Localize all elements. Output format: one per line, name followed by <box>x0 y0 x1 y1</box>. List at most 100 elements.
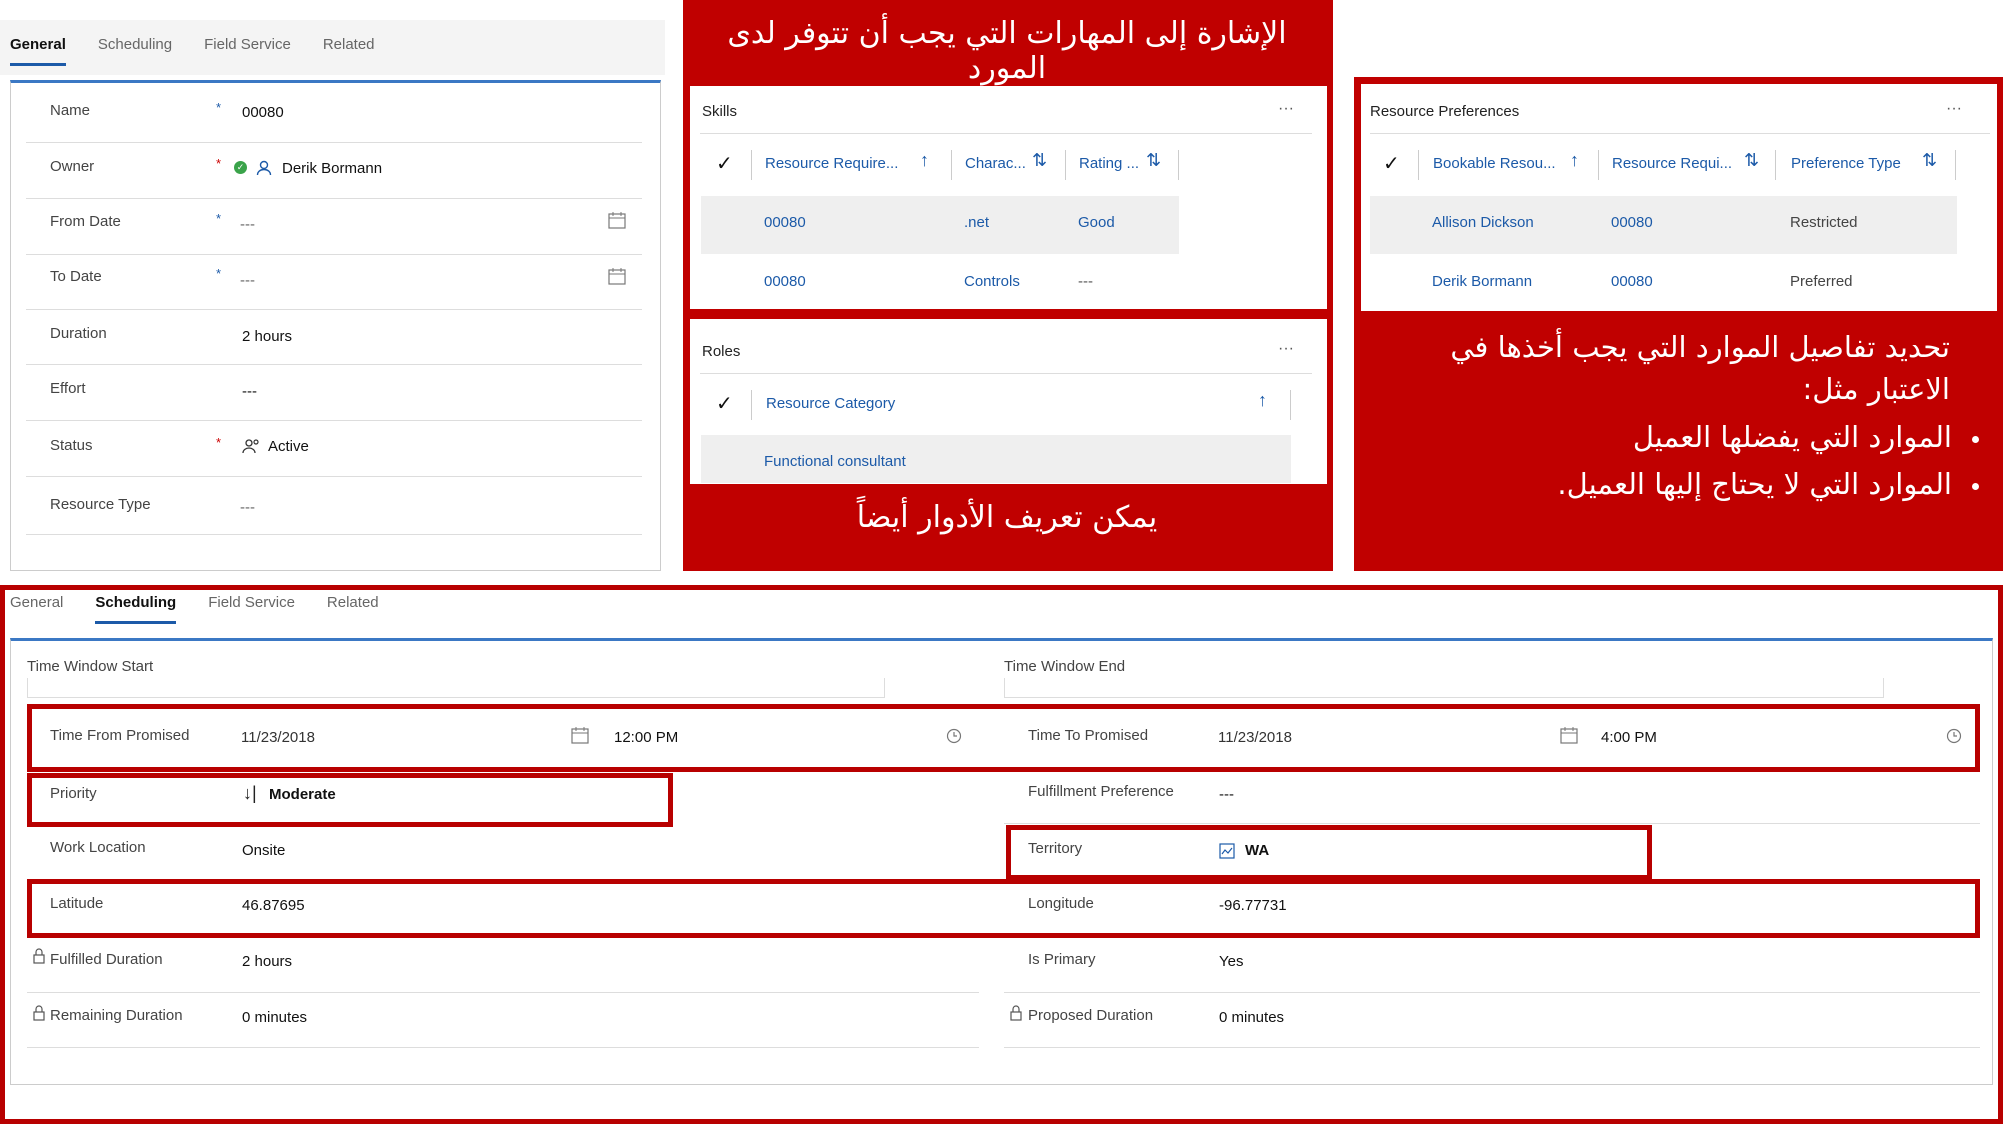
prefs-annotation-line1: تحديد تفاصيل الموارد التي يجب أخذها في <box>1450 330 1950 364</box>
priority-link[interactable]: Moderate <box>269 786 336 803</box>
role-category-link[interactable]: Functional consultant <box>764 453 906 470</box>
proposed-duration-label: Proposed Duration <box>1028 1007 1154 1024</box>
user-icon <box>256 160 272 176</box>
column-header-resource-category[interactable]: Resource Category <box>766 395 895 412</box>
time-window-start-input[interactable] <box>27 678 885 698</box>
skill-requirement-link[interactable]: 00080 <box>764 273 806 290</box>
fulfilled-duration-label: Fulfilled Duration <box>50 951 163 968</box>
sort-icon[interactable]: ⇅ <box>1744 150 1759 171</box>
prefs-title: Resource Preferences <box>1370 103 1520 120</box>
territory-link[interactable]: WA <box>1245 842 1269 859</box>
territory-map-icon <box>1219 843 1235 859</box>
calendar-icon[interactable] <box>608 268 626 285</box>
resource-requirement-link[interactable]: 00080 <box>1611 214 1653 231</box>
sort-ascending-icon[interactable]: ↑ <box>920 150 929 171</box>
proposed-duration-value: 0 minutes <box>1219 1009 1285 1026</box>
to-date-input[interactable]: --- <box>240 272 255 289</box>
column-separator <box>751 390 752 420</box>
column-header-rating[interactable]: Rating ... <box>1079 155 1139 172</box>
skill-requirement-link[interactable]: 00080 <box>764 214 806 231</box>
is-primary-value[interactable]: Yes <box>1219 953 1243 970</box>
bullet-dot <box>1972 436 1979 443</box>
skill-characteristic-link[interactable]: Controls <box>964 273 1020 290</box>
from-date-input[interactable]: --- <box>240 216 255 233</box>
select-all-check-icon[interactable]: ✓ <box>716 151 733 176</box>
select-all-check-icon[interactable]: ✓ <box>1383 151 1400 176</box>
territory-label: Territory <box>1028 840 1083 857</box>
sort-icon[interactable]: ⇅ <box>1146 150 1161 171</box>
tab-scheduling[interactable]: Scheduling <box>98 36 172 66</box>
required-marker: * <box>216 100 222 115</box>
field-row-fulfilled-duration <box>27 938 979 993</box>
priority-label: Priority <box>50 785 97 802</box>
bookable-resource-link[interactable]: Derik Bormann <box>1432 273 1532 290</box>
resource-type-input[interactable]: --- <box>240 499 255 516</box>
calendar-icon[interactable] <box>571 727 589 744</box>
calendar-icon[interactable] <box>1560 727 1578 744</box>
bullet-dot <box>1972 483 1979 490</box>
effort-input[interactable]: --- <box>242 383 257 400</box>
field-label: Resource Type <box>50 496 151 513</box>
skill-rating-link[interactable]: Good <box>1078 214 1115 231</box>
sort-icon[interactable]: ⇅ <box>1032 150 1047 171</box>
field-label: From Date <box>50 213 121 230</box>
sort-ascending-icon[interactable]: ↑ <box>1570 150 1579 171</box>
tab-scheduling[interactable]: Scheduling <box>95 594 177 624</box>
resource-requirement-link[interactable]: 00080 <box>1611 273 1653 290</box>
more-options-icon[interactable]: ··· <box>1278 340 1294 358</box>
time-from-promised-date[interactable]: 11/23/2018 <box>241 729 315 746</box>
work-location-input[interactable]: Onsite <box>242 842 285 859</box>
owner-link[interactable]: Derik Bormann <box>282 160 382 177</box>
status-people-icon <box>242 439 259 454</box>
is-primary-label: Is Primary <box>1028 951 1096 968</box>
column-header-bookable-resource[interactable]: Bookable Resou... <box>1433 155 1556 172</box>
latitude-input[interactable]: 46.87695 <box>242 897 305 914</box>
longitude-input[interactable]: -96.77731 <box>1219 897 1287 914</box>
territory-highlight <box>1006 825 1652 880</box>
sort-ascending-icon[interactable]: ↑ <box>1258 390 1267 411</box>
column-separator <box>1598 150 1599 180</box>
column-header-resource-requirement[interactable]: Resource Require... <box>765 155 898 172</box>
time-window-end-input[interactable] <box>1004 678 1884 698</box>
tab-related[interactable]: Related <box>327 594 379 624</box>
prefs-bullet-1: الموارد التي يفضلها العميل <box>1632 420 1952 454</box>
field-label: Owner <box>50 158 95 175</box>
tab-field-service[interactable]: Field Service <box>208 594 295 624</box>
name-input[interactable]: 00080 <box>242 104 284 121</box>
sort-icon[interactable]: ⇅ <box>1922 150 1937 171</box>
column-separator <box>751 150 752 180</box>
field-row-work-location <box>27 827 979 882</box>
skills-annotation-text: الإشارة إلى المهارات التي يجب أن تتوفر ل… <box>727 16 1287 86</box>
work-location-label: Work Location <box>50 839 146 856</box>
field-label: Effort <box>50 380 86 397</box>
fulfillment-preference-input[interactable]: --- <box>1219 786 1234 803</box>
duration-input[interactable]: 2 hours <box>242 328 292 345</box>
time-from-promised-time[interactable]: 12:00 PM <box>614 729 678 746</box>
select-all-check-icon[interactable]: ✓ <box>716 391 733 416</box>
column-header-resource-requirement[interactable]: Resource Requi... <box>1612 155 1732 172</box>
column-header-preference-type[interactable]: Preference Type <box>1791 155 1901 172</box>
scheduling-tabs: General Scheduling Field Service Related <box>10 594 379 624</box>
tab-general[interactable]: General <box>10 36 66 66</box>
more-options-icon[interactable]: ··· <box>1278 100 1294 118</box>
field-row-duration <box>26 310 642 365</box>
lock-icon <box>33 1005 45 1021</box>
lock-icon <box>1010 1005 1022 1021</box>
clock-icon[interactable] <box>946 728 962 744</box>
tab-related[interactable]: Related <box>323 36 375 66</box>
priority-highlight <box>27 773 673 827</box>
calendar-icon[interactable] <box>608 212 626 229</box>
column-header-characteristic[interactable]: Charac... <box>965 155 1026 172</box>
roles-title: Roles <box>702 343 741 360</box>
skills-title: Skills <box>702 103 738 120</box>
time-to-promised-time[interactable]: 4:00 PM <box>1601 729 1657 746</box>
status-link[interactable]: Active <box>268 438 309 455</box>
time-to-promised-date[interactable]: 11/23/2018 <box>1218 729 1292 746</box>
bookable-resource-link[interactable]: Allison Dickson <box>1432 214 1534 231</box>
skill-rating-value: --- <box>1078 273 1093 290</box>
tab-general[interactable]: General <box>10 594 63 624</box>
more-options-icon[interactable]: ··· <box>1946 100 1962 118</box>
skill-characteristic-link[interactable]: .net <box>964 214 989 231</box>
tab-field-service[interactable]: Field Service <box>204 36 291 66</box>
clock-icon[interactable] <box>1946 728 1962 744</box>
